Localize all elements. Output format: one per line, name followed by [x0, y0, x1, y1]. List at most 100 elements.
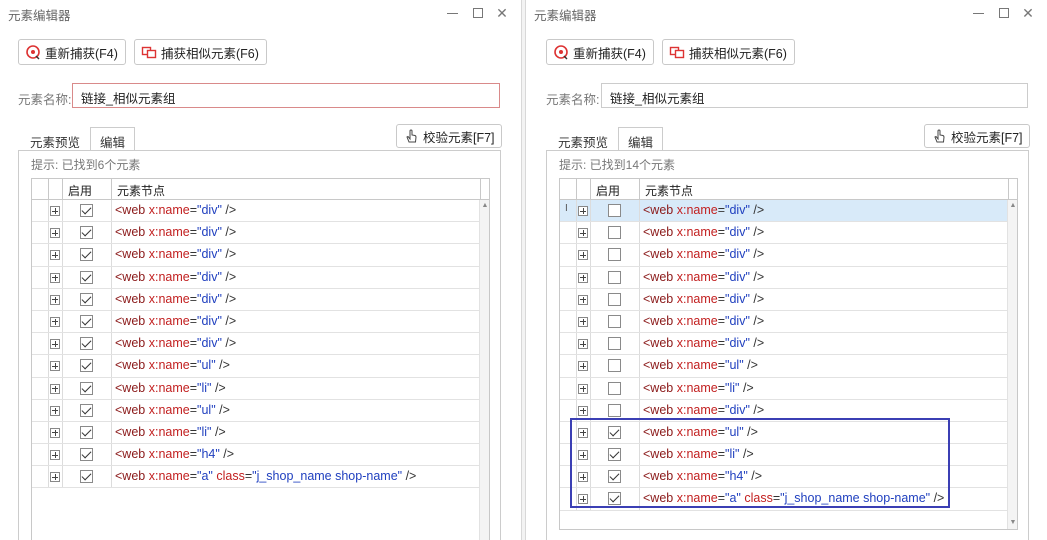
- table-row[interactable]: <web x:name="a" class="j_shop_name shop-…: [560, 488, 1008, 511]
- table-row[interactable]: <web x:name="div" />: [560, 266, 1008, 289]
- table-row[interactable]: <web x:name="li" />: [560, 444, 1008, 467]
- expand-plus-icon[interactable]: [50, 339, 60, 350]
- table-row[interactable]: <web x:name="div" />: [32, 244, 480, 267]
- table-row[interactable]: <web x:name="ul" />: [560, 355, 1008, 378]
- expand-plus-icon[interactable]: [50, 272, 60, 283]
- enable-checkbox[interactable]: [608, 292, 621, 306]
- enable-checkbox[interactable]: [608, 337, 621, 351]
- expand-plus-icon[interactable]: [50, 427, 60, 438]
- expand-plus-icon[interactable]: [578, 494, 588, 505]
- maximize-icon[interactable]: [469, 4, 487, 22]
- table-row[interactable]: <web x:name="ul" />: [32, 355, 480, 378]
- table-row[interactable]: <web x:name="a" class="j_shop_name shop-…: [32, 466, 480, 489]
- enable-checkbox[interactable]: [80, 470, 93, 484]
- enable-checkbox[interactable]: [80, 204, 93, 217]
- table-row[interactable]: <web x:name="div" />: [32, 200, 480, 223]
- expand-plus-icon[interactable]: [578, 405, 588, 416]
- enable-checkbox[interactable]: [80, 226, 93, 240]
- enable-checkbox[interactable]: [608, 314, 621, 328]
- table-row[interactable]: <web x:name="div" />: [32, 333, 480, 356]
- tab-element-preview[interactable]: 元素预览: [548, 127, 618, 151]
- table-row[interactable]: <web x:name="div" />: [560, 244, 1008, 267]
- expand-plus-icon[interactable]: [50, 206, 60, 216]
- expand-plus-icon[interactable]: [50, 294, 60, 305]
- enable-checkbox[interactable]: [608, 448, 621, 462]
- expand-plus-icon[interactable]: [578, 272, 588, 283]
- enable-checkbox[interactable]: [608, 359, 621, 373]
- enable-checkbox[interactable]: [80, 248, 93, 262]
- recapture-button[interactable]: 重新捕获(F4): [18, 39, 126, 65]
- table-row[interactable]: <web x:name="li" />: [32, 421, 480, 445]
- table-row[interactable]: <web x:name="li" />: [32, 377, 480, 400]
- expand-plus-icon[interactable]: [50, 383, 60, 394]
- close-icon[interactable]: ✕: [493, 4, 511, 22]
- enable-checkbox[interactable]: [80, 403, 93, 417]
- table-row[interactable]: <web x:name="div" />: [32, 310, 480, 334]
- table-row[interactable]: <web x:name="li" />: [560, 377, 1008, 400]
- expand-plus-icon[interactable]: [50, 228, 60, 239]
- expand-plus-icon[interactable]: [578, 472, 588, 483]
- scroll-up-arrow-icon[interactable]: ▲: [481, 202, 489, 210]
- scroll-up-arrow-icon[interactable]: ▲: [1009, 202, 1017, 210]
- expand-plus-icon[interactable]: [578, 294, 588, 305]
- expand-plus-icon[interactable]: [578, 206, 588, 216]
- expand-plus-icon[interactable]: [578, 383, 588, 394]
- verify-element-button[interactable]: 校验元素[F7]: [924, 124, 1030, 148]
- table-row[interactable]: <web x:name="div" />: [560, 222, 1008, 245]
- enable-checkbox[interactable]: [80, 337, 93, 351]
- recapture-button[interactable]: 重新捕获(F4): [546, 39, 654, 65]
- table-row[interactable]: I <web x:name="div" />: [560, 200, 1008, 223]
- vertical-scrollbar[interactable]: ▲ ▼: [1007, 200, 1017, 529]
- expand-plus-icon[interactable]: [50, 450, 60, 461]
- enable-checkbox[interactable]: [80, 292, 93, 306]
- expand-plus-icon[interactable]: [578, 316, 588, 327]
- enable-checkbox[interactable]: [80, 381, 93, 395]
- element-name-input[interactable]: 链接_相似元素组: [72, 83, 500, 108]
- enable-checkbox[interactable]: [608, 425, 621, 439]
- table-row[interactable]: <web x:name="h4" />: [560, 466, 1008, 489]
- expand-plus-icon[interactable]: [50, 472, 60, 483]
- expand-plus-icon[interactable]: [50, 316, 60, 327]
- tab-element-preview[interactable]: 元素预览: [20, 127, 90, 151]
- vertical-scrollbar[interactable]: ▲: [479, 200, 489, 540]
- enable-checkbox[interactable]: [608, 492, 621, 506]
- table-row[interactable]: <web x:name="ul" />: [560, 421, 1008, 445]
- table-row[interactable]: <web x:name="h4" />: [32, 444, 480, 467]
- enable-checkbox[interactable]: [608, 248, 621, 262]
- close-icon[interactable]: ✕: [1019, 4, 1037, 22]
- enable-checkbox[interactable]: [608, 470, 621, 484]
- maximize-icon[interactable]: [995, 4, 1013, 22]
- enable-checkbox[interactable]: [80, 359, 93, 373]
- enable-checkbox[interactable]: [608, 403, 621, 417]
- enable-checkbox[interactable]: [80, 448, 93, 462]
- expand-plus-icon[interactable]: [578, 361, 588, 372]
- minimize-icon[interactable]: [443, 4, 461, 22]
- minimize-icon[interactable]: [969, 4, 987, 22]
- table-row[interactable]: <web x:name="div" />: [560, 399, 1008, 422]
- expand-plus-icon[interactable]: [578, 450, 588, 461]
- enable-checkbox[interactable]: [608, 270, 621, 284]
- expand-plus-icon[interactable]: [578, 250, 588, 261]
- capture-similar-button[interactable]: 捕获相似元素(F6): [662, 39, 795, 65]
- expand-plus-icon[interactable]: [50, 361, 60, 372]
- table-row[interactable]: <web x:name="div" />: [32, 288, 480, 311]
- expand-plus-icon[interactable]: [50, 405, 60, 416]
- enable-checkbox[interactable]: [80, 314, 93, 328]
- expand-plus-icon[interactable]: [578, 427, 588, 438]
- element-name-input[interactable]: 链接_相似元素组: [601, 83, 1028, 108]
- enable-checkbox[interactable]: [80, 425, 93, 439]
- tab-edit[interactable]: 编辑: [90, 127, 136, 151]
- capture-similar-button[interactable]: 捕获相似元素(F6): [134, 39, 267, 65]
- table-row[interactable]: <web x:name="div" />: [32, 222, 480, 245]
- scroll-down-arrow-icon[interactable]: ▼: [1009, 519, 1017, 527]
- enable-checkbox[interactable]: [608, 204, 621, 217]
- table-row[interactable]: <web x:name="div" />: [560, 333, 1008, 356]
- verify-element-button[interactable]: 校验元素[F7]: [396, 124, 502, 148]
- tab-edit[interactable]: 编辑: [618, 127, 664, 151]
- enable-checkbox[interactable]: [608, 381, 621, 395]
- expand-plus-icon[interactable]: [578, 339, 588, 350]
- enable-checkbox[interactable]: [608, 226, 621, 240]
- table-row[interactable]: <web x:name="div" />: [32, 266, 480, 289]
- table-row[interactable]: <web x:name="ul" />: [32, 399, 480, 422]
- expand-plus-icon[interactable]: [578, 228, 588, 239]
